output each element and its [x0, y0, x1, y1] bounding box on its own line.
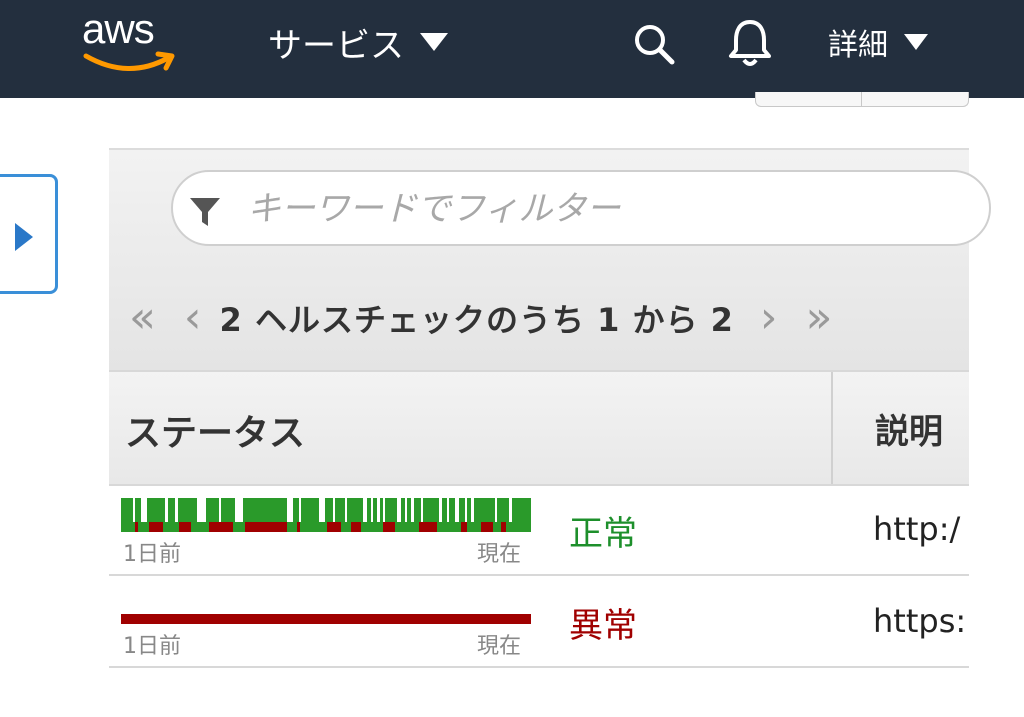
- keyword-filter-input[interactable]: [245, 184, 969, 234]
- health-history-chart: [121, 498, 531, 532]
- aws-logo-text: aws: [82, 5, 155, 52]
- column-header-description[interactable]: 説明: [875, 404, 943, 453]
- filter-box[interactable]: [171, 170, 991, 246]
- side-panel-toggle[interactable]: [0, 174, 58, 294]
- description-url: https:: [873, 602, 967, 640]
- aws-smile-icon: [83, 51, 175, 71]
- status-healthy: 正常: [569, 514, 637, 554]
- chart-end-label: 現在: [477, 542, 522, 567]
- chart-start-label: 1日前: [123, 542, 181, 567]
- health-history-chart: [121, 614, 531, 624]
- filter-icon: [190, 198, 220, 226]
- table-header: ステータス 説明: [109, 370, 969, 486]
- detail-label: 詳細: [828, 28, 888, 63]
- services-menu[interactable]: サービス: [268, 18, 448, 66]
- aws-logo[interactable]: aws: [82, 8, 178, 76]
- services-label: サービス: [268, 25, 404, 66]
- table-row[interactable]: 1日前 現在 異常 https:: [109, 576, 969, 668]
- description-url: http:/: [873, 510, 961, 548]
- column-divider[interactable]: [831, 372, 833, 484]
- next-page-button[interactable]: ›: [760, 296, 778, 340]
- chevron-down-icon: [420, 33, 448, 51]
- search-icon[interactable]: [632, 22, 676, 66]
- prev-page-button[interactable]: ‹: [184, 296, 202, 340]
- table-row[interactable]: 1日前 現在 正常 http:/: [109, 484, 969, 576]
- top-nav: aws サービス 詳細: [0, 0, 1024, 98]
- filter-panel: « ‹ 2 ヘルスチェックのうち 1 から 2 › »: [109, 148, 991, 372]
- pagination: « ‹ 2 ヘルスチェックのうち 1 から 2 › »: [129, 290, 832, 346]
- chart-start-label: 1日前: [123, 634, 181, 659]
- chart-end-label: 現在: [477, 634, 522, 659]
- detail-menu[interactable]: 詳細: [828, 18, 928, 66]
- last-page-button[interactable]: »: [806, 296, 833, 340]
- column-header-status[interactable]: ステータス: [125, 404, 305, 456]
- bell-icon[interactable]: [726, 18, 774, 68]
- pagination-text: 2 ヘルスチェックのうち 1 から 2: [219, 301, 734, 339]
- first-page-button[interactable]: «: [129, 296, 156, 340]
- status-unhealthy: 異常: [569, 606, 637, 646]
- chevron-right-icon: [15, 223, 33, 251]
- button-group-partial[interactable]: [755, 92, 969, 107]
- chevron-down-icon: [904, 34, 928, 50]
